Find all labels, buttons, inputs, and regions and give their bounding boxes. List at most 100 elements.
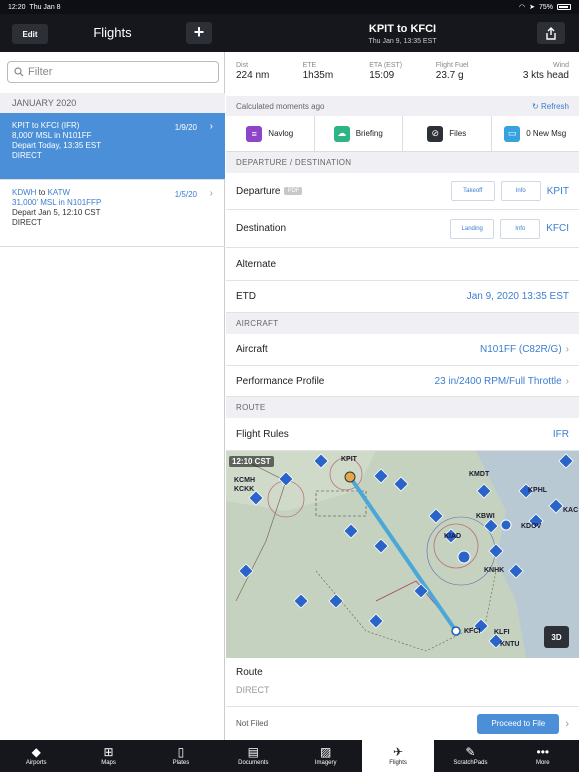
stat-wind: Wind 3 kts head [522, 62, 569, 81]
performance-value: 23 in/2400 RPM/Full Throttle [434, 375, 562, 387]
tab-plates[interactable]: ▯ Plates [145, 740, 217, 772]
tab-airports[interactable]: ◆ Airports [0, 740, 72, 772]
departure-info-button[interactable]: Info [500, 181, 541, 201]
flight-from: KDWH [12, 188, 37, 197]
tab-documents[interactable]: ▤ Documents [217, 740, 289, 772]
flight-routing: DIRECT [12, 151, 42, 160]
flight-title: KPIT to KFCI [368, 23, 437, 35]
tools-row: ≡ Navlog ☁ Briefing ⊘ Files ▭ 0 New Msg [226, 116, 579, 152]
tab-scratchpads[interactable]: ✎ ScratchPads [434, 740, 506, 772]
proceed-to-file-button[interactable]: Proceed to File [477, 713, 560, 734]
briefing-button[interactable]: ☁ Briefing [315, 116, 403, 151]
3d-button[interactable]: 3D [544, 626, 569, 648]
documents-icon: ▤ [247, 745, 259, 759]
tab-bar: ◆ Airports ⊞ Maps ▯ Plates ▤ Documents ▨ Imag… [0, 740, 579, 772]
flight-routing: DIRECT [12, 218, 42, 227]
route-value[interactable]: DIRECT [236, 685, 569, 695]
chevron-right-icon: › [209, 188, 213, 199]
flight-rules-row[interactable]: Flight Rules IFR [226, 418, 579, 451]
flight-stats: Dist 224 nm ETE 1h35m ETA (EST) 15:09 Fligh… [226, 52, 579, 96]
files-button[interactable]: ⊘ Files [403, 116, 492, 151]
map-label: KNTU [500, 641, 520, 648]
etd-value[interactable]: Jan 9, 2020 13:35 EST [467, 291, 569, 302]
flight-rules-value[interactable]: IFR [553, 429, 569, 440]
map-clock: 12:10 CST [229, 456, 274, 467]
map-label: KPIT [341, 456, 357, 463]
messages-button[interactable]: ▭ 0 New Msg [492, 116, 579, 151]
map-label: KMDT [469, 471, 490, 478]
flight-detail-pane: Dist 224 nm ETE 1h35m ETA (EST) 15:09 Fligh… [226, 52, 579, 740]
alternate-label: Alternate [236, 258, 277, 270]
month-section-header: JANUARY 2020 [0, 93, 225, 113]
tab-imagery[interactable]: ▨ Imagery [290, 740, 362, 772]
filing-row: Not Filed Proceed to File › [226, 707, 579, 740]
flight-list-item[interactable]: KPIT to KFCI (IFR) 8,000' MSL in N101FF … [0, 113, 225, 180]
aircraft-value: N101FF (C82R/G) [479, 344, 562, 355]
add-flight-button[interactable]: + [186, 22, 212, 44]
flights-list-pane: Filter JANUARY 2020 KPIT to KFCI (IFR) 8… [0, 52, 225, 740]
map-label: KIAD [444, 533, 462, 540]
share-icon [546, 26, 556, 40]
flight-date: 1/5/20 [174, 190, 197, 199]
chevron-right-icon: › [209, 121, 213, 132]
flight-rules-label: Flight Rules [236, 428, 289, 440]
status-bar: 12:20 Thu Jan 8 ◠ ➤ 75% [0, 0, 579, 14]
landing-button[interactable]: Landing [450, 218, 495, 239]
tab-flights[interactable]: ✈ Flights [361, 740, 435, 772]
imagery-icon: ▨ [320, 745, 332, 759]
navlog-icon: ≡ [246, 125, 263, 142]
alternate-row[interactable]: Alternate [226, 248, 579, 281]
message-icon: ▭ [504, 125, 521, 142]
navlog-button[interactable]: ≡ Navlog [226, 116, 315, 151]
calculated-bar: Calculated moments ago ↻ Refresh [226, 96, 579, 116]
aircraft-row[interactable]: Aircraft N101FF (C82R/G) › [226, 334, 579, 366]
top-bar: Edit Flights + KPIT to KFCI Thu Jan 9, 1… [0, 14, 579, 52]
flight-depart: Depart Jan 5, 12:10 CST [12, 208, 101, 217]
etd-label: ETD [236, 291, 256, 302]
plates-icon: ▯ [177, 745, 185, 759]
status-time: 12:20 [8, 3, 26, 11]
pdf-badge[interactable]: PDF [284, 186, 303, 195]
map-label: KAC [563, 507, 579, 514]
edit-button[interactable]: Edit [12, 24, 48, 44]
stat-fuel: Flight Fuel 23.7 g [435, 62, 469, 81]
etd-row[interactable]: ETD Jan 9, 2020 13:35 EST [226, 281, 579, 313]
route-map[interactable]: 12:10 CST KPIT KCMH KCKK KMDT KPHL KBWI … [226, 451, 579, 658]
search-icon [14, 67, 24, 77]
takeoff-button[interactable]: Takeoff [450, 181, 495, 201]
pen-icon: ✎ [465, 745, 476, 759]
flight-date: 1/9/20 [174, 123, 197, 132]
destination-info-button[interactable]: Info [500, 218, 541, 239]
chevron-right-icon: › [565, 717, 569, 730]
refresh-icon: ↻ [532, 101, 539, 111]
map-label: KCMH [234, 477, 255, 484]
maps-icon: ⊞ [103, 745, 114, 759]
search-input[interactable]: Filter [7, 61, 219, 83]
map-label: KBWI [476, 513, 495, 520]
destination-value[interactable]: KFCI [546, 223, 569, 234]
refresh-button[interactable]: ↻ Refresh [532, 102, 569, 111]
dep-dest-header: DEPARTURE / DESTINATION [226, 152, 579, 173]
filing-status: Not Filed [236, 719, 269, 728]
flight-list-item[interactable]: KDWH to KATW 31,000' MSL in N101FFP Depa… [0, 180, 225, 247]
more-icon: ••• [536, 745, 550, 759]
search-placeholder: Filter [28, 66, 53, 78]
flight-to: KATW [47, 188, 71, 197]
map-label: KPHL [528, 487, 548, 494]
destination-row[interactable]: Destination Landing Info KFCI [226, 210, 579, 248]
departure-row[interactable]: Departure PDF Takeoff Info KPIT [226, 173, 579, 210]
paperclip-icon: ⊘ [427, 125, 444, 142]
departure-value[interactable]: KPIT [547, 186, 569, 197]
airports-icon: ◆ [31, 745, 41, 759]
route-row[interactable]: Route DIRECT [226, 658, 579, 707]
map-label: KCKK [234, 486, 255, 493]
tab-maps[interactable]: ⊞ Maps [72, 740, 144, 772]
map-label: KNHK [484, 567, 505, 574]
tab-more[interactable]: ••• More [507, 740, 579, 772]
share-button[interactable] [537, 22, 565, 44]
flights-title: Flights [93, 25, 132, 40]
aircraft-header: AIRCRAFT [226, 313, 579, 334]
performance-row[interactable]: Performance Profile 23 in/2400 RPM/Full … [226, 366, 579, 397]
calculated-text: Calculated moments ago [236, 101, 325, 111]
map-label: KLFI [494, 629, 510, 636]
